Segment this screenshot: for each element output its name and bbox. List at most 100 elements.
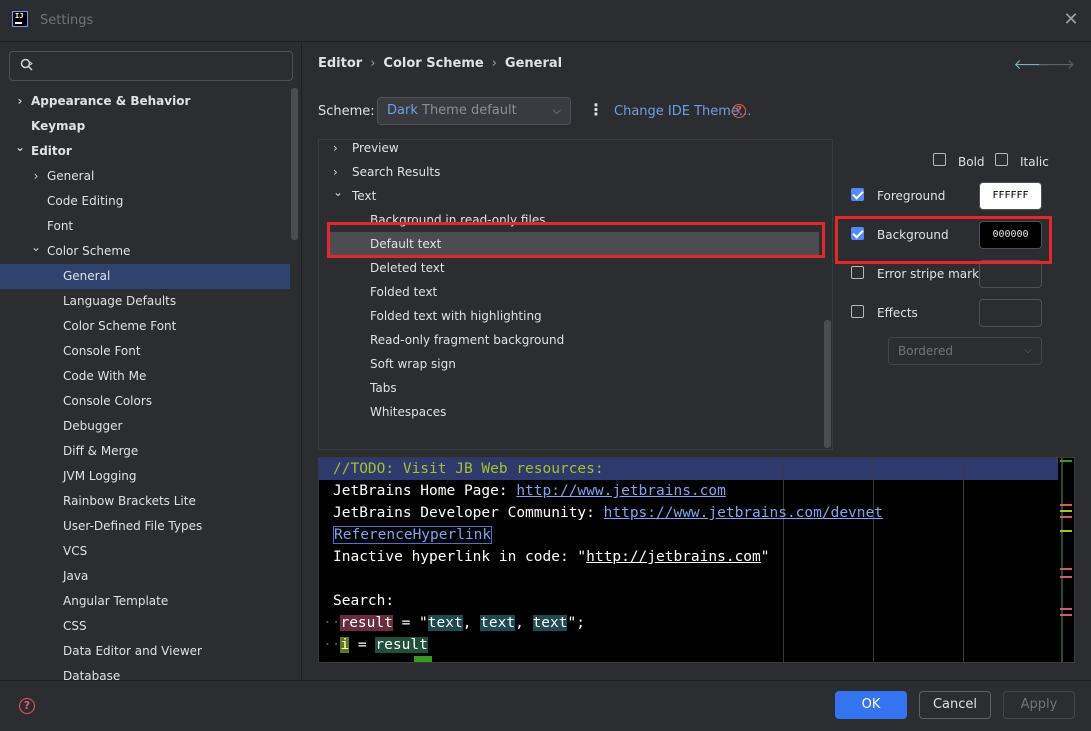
attr-item-tabs[interactable]: Tabs [319, 376, 824, 400]
preview-text: , [462, 615, 481, 631]
breadcrumb-item[interactable]: Color Scheme [383, 56, 483, 71]
effects-color-swatch[interactable] [979, 299, 1042, 327]
foreground-checkbox[interactable] [851, 188, 864, 201]
code-preview[interactable]: //TODO: Visit JB Web resources: JetBrain… [318, 457, 1075, 663]
sidebar-item-general[interactable]: › General [0, 164, 290, 189]
hyperlink[interactable]: http://www.jetbrains.com [516, 483, 726, 499]
sidebar-item-appearance-behavior[interactable]: › Appearance & Behavior [0, 89, 290, 114]
change-ide-theme-link[interactable]: Change IDE Theme... [614, 104, 751, 119]
sidebar-item-label: Java [63, 569, 89, 583]
effects-type-dropdown[interactable]: Bordered ⌵ [888, 337, 1042, 365]
sidebar-item-font[interactable]: Font [0, 214, 290, 239]
sidebar-item-console-colors[interactable]: Console Colors [0, 389, 290, 414]
sidebar-item-data-editor-viewer[interactable]: Data Editor and Viewer [0, 639, 290, 664]
whitespace-dots: ·· [323, 637, 341, 653]
sidebar-item-label: Appearance & Behavior [31, 94, 191, 108]
sidebar-item-database[interactable]: Database [0, 664, 290, 680]
attr-item-deleted-text[interactable]: Deleted text [319, 256, 824, 280]
sidebar-item-keymap[interactable]: Keymap [0, 114, 290, 139]
search-result-write-highlight: result [375, 637, 428, 653]
gutter-mark[interactable] [1060, 568, 1072, 570]
gutter-mark[interactable] [1060, 460, 1072, 462]
preview-text: " [760, 549, 770, 565]
chevron-down-icon[interactable]: ⌄ [14, 135, 26, 160]
help-icon[interactable]: ? [732, 104, 746, 118]
gutter-mark[interactable] [1060, 504, 1072, 506]
sidebar-item-debugger[interactable]: Debugger [0, 414, 290, 439]
attributes-scrollbar[interactable] [824, 320, 831, 448]
settings-search-input[interactable] [9, 51, 293, 81]
close-icon[interactable]: ✕ [1061, 10, 1081, 30]
gutter-mark[interactable] [1060, 608, 1072, 610]
forward-arrow-icon[interactable]: 🡒 [1037, 56, 1075, 73]
bold-checkbox[interactable] [933, 153, 946, 166]
sidebar-item-console-font[interactable]: Console Font [0, 339, 290, 364]
apply-button[interactable]: Apply [1003, 691, 1075, 719]
gutter-mark[interactable] [1060, 576, 1072, 578]
sidebar-item-label: Console Font [63, 344, 141, 358]
gutter-mark[interactable] [1060, 530, 1072, 532]
cancel-button[interactable]: Cancel [919, 691, 991, 719]
sidebar-item-code-with-me[interactable]: Code With Me [0, 364, 290, 389]
preview-result-line: ··result = "text, text, text"; [323, 612, 585, 634]
reference-hyperlink[interactable]: ReferenceHyperlink [333, 526, 493, 544]
attr-item-search-results[interactable]: › Search Results [319, 160, 824, 184]
ok-button[interactable]: OK [835, 691, 907, 719]
gutter-mark[interactable] [1060, 516, 1072, 518]
sidebar-item-code-editing[interactable]: Code Editing [0, 189, 290, 214]
effects-checkbox[interactable] [851, 305, 864, 318]
sidebar-item-label: General [63, 269, 111, 283]
sidebar-item-color-scheme-general[interactable]: General [0, 264, 290, 289]
sidebar-item-color-scheme[interactable]: ⌄ Color Scheme [0, 239, 290, 264]
gutter-mark[interactable] [1060, 614, 1072, 616]
error-stripe-checkbox[interactable] [851, 266, 864, 279]
preview-i-line: ··i = result [323, 634, 428, 656]
intellij-app-icon: IJ [12, 11, 28, 27]
chevron-right-icon[interactable]: › [333, 140, 338, 160]
chevron-right-icon[interactable]: › [14, 89, 26, 114]
attr-item-readonly-fragment[interactable]: Read-only fragment background [319, 328, 824, 352]
sidebar-item-jvm-logging[interactable]: JVM Logging [0, 464, 290, 489]
sidebar-item-language-defaults[interactable]: Language Defaults [0, 289, 290, 314]
attr-item-label: Folded text [370, 285, 438, 299]
preview-dev-line: JetBrains Developer Community: https://w… [333, 502, 883, 524]
sidebar-item-editor[interactable]: ⌄ Editor [0, 139, 290, 164]
chevron-down-icon[interactable]: ⌄ [333, 180, 343, 204]
sidebar-item-user-defined-file-types[interactable]: User-Defined File Types [0, 514, 290, 539]
attr-item-soft-wrap-sign[interactable]: Soft wrap sign [319, 352, 824, 376]
sidebar-item-java[interactable]: Java [0, 564, 290, 589]
sidebar-item-vcs[interactable]: VCS [0, 539, 290, 564]
error-stripe-color-swatch[interactable] [979, 260, 1042, 288]
breadcrumb-item[interactable]: Editor [318, 56, 362, 71]
preview-ref-line: ReferenceHyperlink [333, 524, 493, 546]
sidebar-item-diff-merge[interactable]: Diff & Merge [0, 439, 290, 464]
sidebar-scrollbar[interactable] [291, 88, 298, 240]
chevron-down-icon[interactable]: ⌄ [30, 235, 42, 260]
whitespace-dots: ·· [323, 615, 341, 631]
attribute-options: Bold Italic Foreground FFFFFF Background… [833, 139, 1091, 450]
more-vertical-icon[interactable]: ⋮ [588, 100, 604, 120]
sidebar-item-rainbow-brackets-lite[interactable]: Rainbow Brackets Lite [0, 489, 290, 514]
hyperlink[interactable]: https://www.jetbrains.com/devnet [604, 505, 883, 521]
italic-checkbox[interactable] [995, 153, 1008, 166]
preview-search-label: Search: [333, 593, 395, 609]
attr-item-folded-text[interactable]: Folded text [319, 280, 824, 304]
chevron-right-icon[interactable]: › [30, 164, 42, 189]
attr-item-label: Whitespaces [370, 405, 447, 419]
scheme-dropdown[interactable]: Dark Theme default ⌵ [377, 97, 571, 125]
sidebar-item-angular-template[interactable]: Angular Template [0, 589, 290, 614]
highlight-annotation-background [835, 216, 1052, 264]
chevron-down-icon: ⌵ [1024, 345, 1032, 356]
attr-item-whitespaces[interactable]: Whitespaces [319, 400, 824, 424]
search-text-highlight: text [480, 615, 516, 631]
gutter-mark[interactable] [1060, 510, 1072, 512]
help-icon[interactable]: ? [19, 698, 35, 714]
attr-item-folded-text-highlighting[interactable]: Folded text with highlighting [319, 304, 824, 328]
foreground-color-swatch[interactable]: FFFFFF [979, 182, 1042, 210]
preview-text: "; [567, 615, 585, 631]
sidebar-item-color-scheme-font[interactable]: Color Scheme Font [0, 314, 290, 339]
preview-text: , [515, 615, 533, 631]
sidebar-item-css[interactable]: CSS [0, 614, 290, 639]
attr-item-preview[interactable]: › Preview [319, 140, 824, 160]
attr-item-text[interactable]: ⌄ Text [319, 184, 824, 208]
